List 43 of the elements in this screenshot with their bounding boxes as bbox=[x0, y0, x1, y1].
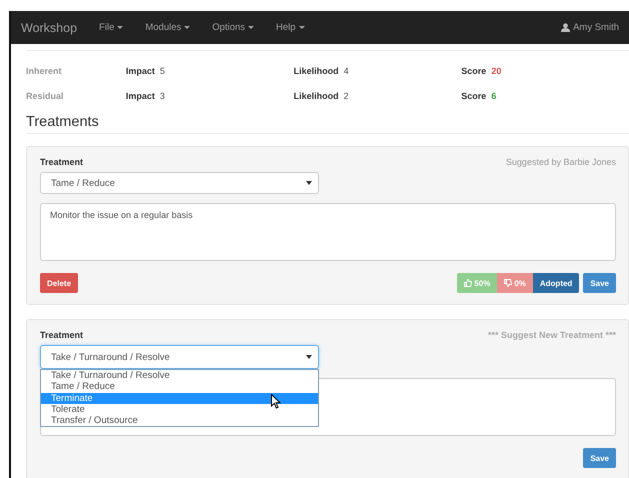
delete-button[interactable]: Delete bbox=[40, 273, 78, 293]
menu-item[interactable]: Help bbox=[276, 22, 305, 33]
panel-note: *** Suggest New Treatment *** bbox=[488, 330, 616, 340]
save-button[interactable]: Save bbox=[583, 273, 616, 293]
mouse-cursor-icon bbox=[271, 394, 281, 409]
dropdown-arrow-icon bbox=[306, 355, 312, 359]
field-label: Treatment bbox=[40, 157, 84, 167]
score-label: Score bbox=[461, 90, 486, 100]
brand-link[interactable]: Workshop bbox=[21, 20, 78, 34]
impact-label: Impact bbox=[126, 66, 155, 76]
impact-label: Impact bbox=[126, 90, 155, 100]
section-heading: Treatments bbox=[26, 114, 629, 134]
thumb-icon bbox=[504, 279, 512, 287]
score-row-label: Residual bbox=[26, 90, 65, 100]
dropdown-option[interactable]: Take / Turnaround / Resolve bbox=[41, 370, 318, 382]
panel-note: Suggested by Barbie Jones bbox=[506, 157, 616, 167]
dropdown-arrow-icon bbox=[306, 181, 312, 185]
user-menu[interactable]: Amy Smith bbox=[573, 22, 619, 33]
dropdown-option[interactable]: Tame / Reduce bbox=[41, 381, 318, 393]
score-value: 20 bbox=[491, 66, 502, 76]
score-label: Score bbox=[461, 66, 486, 76]
score-value: 6 bbox=[491, 90, 496, 100]
likelihood-value: 4 bbox=[344, 66, 349, 76]
treatment-select[interactable]: Tame / Reduce bbox=[40, 172, 319, 194]
treatment-text-area[interactable]: Monitor the issue on a regular basis bbox=[40, 203, 616, 261]
adopted-button[interactable]: Adopted bbox=[532, 273, 580, 293]
likelihood-label: Likelihood bbox=[294, 66, 339, 76]
likelihood-value: 2 bbox=[344, 90, 349, 100]
menu-item[interactable]: Options bbox=[212, 22, 254, 33]
field-label: Treatment bbox=[40, 330, 84, 340]
save-button[interactable]: Save bbox=[583, 448, 616, 468]
impact-value: 3 bbox=[160, 90, 165, 100]
dropdown-option[interactable]: Tolerate bbox=[41, 404, 318, 416]
treatment-select[interactable]: Take / Turnaround / Resolve bbox=[40, 345, 319, 369]
menu-item[interactable]: File bbox=[99, 22, 124, 33]
dropdown-option[interactable]: Terminate bbox=[41, 392, 318, 404]
dropdown-option[interactable]: Transfer / Outsource bbox=[41, 415, 318, 426]
user-icon bbox=[561, 23, 570, 32]
likelihood-label: Likelihood bbox=[294, 90, 339, 100]
score-row-label: Inherent bbox=[26, 66, 63, 76]
impact-value: 5 bbox=[160, 66, 165, 76]
thumb-icon bbox=[464, 279, 472, 287]
menu-item[interactable]: Modules bbox=[145, 22, 190, 33]
